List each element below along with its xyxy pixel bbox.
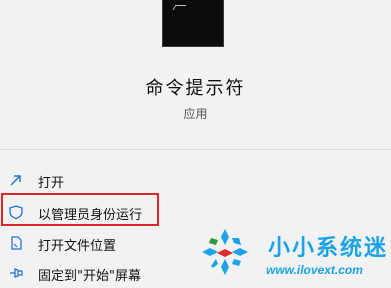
app-title: 命令提示符 bbox=[145, 78, 246, 99]
watermark-logo-icon bbox=[202, 229, 248, 275]
menu-item-label: 固定到"开始"屏幕 bbox=[38, 269, 141, 284]
open-arrow-icon bbox=[10, 175, 21, 186]
prompt-glyph-icon bbox=[172, 5, 187, 10]
menu-item-label: 打开 bbox=[38, 176, 65, 191]
watermark-title: 小小系统迷 bbox=[268, 236, 389, 261]
command-prompt-app-icon bbox=[162, 0, 224, 47]
divider bbox=[0, 149, 391, 150]
menu-item-label: 打开文件位置 bbox=[38, 239, 117, 254]
watermark-url: www.ilovext.com bbox=[266, 263, 363, 277]
highlight-box bbox=[1, 193, 159, 226]
file-location-icon bbox=[11, 236, 22, 250]
app-type-label: 应用 bbox=[183, 107, 208, 121]
pin-icon bbox=[10, 268, 23, 278]
menu-item-open[interactable]: 打开 bbox=[0, 165, 391, 195]
